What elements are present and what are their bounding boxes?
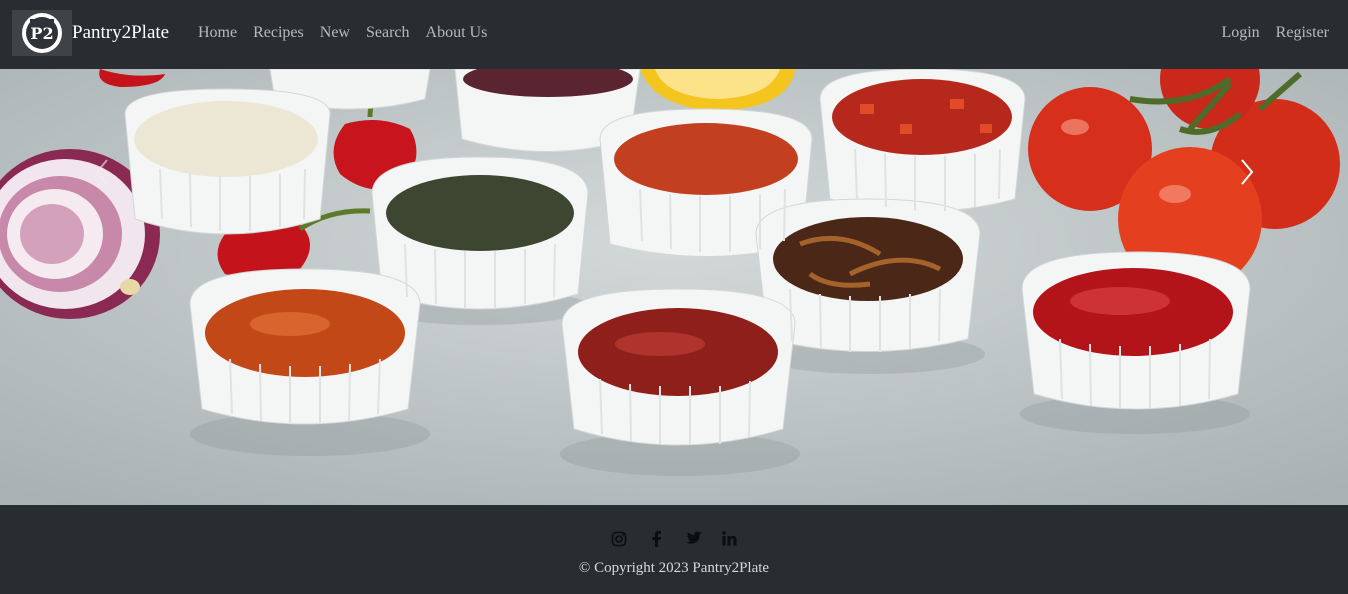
twitter-link[interactable] — [683, 529, 702, 548]
nav-register[interactable]: Register — [1276, 24, 1329, 42]
nav-about-us[interactable]: About Us — [426, 24, 488, 42]
nav-recipes[interactable]: Recipes — [253, 24, 304, 42]
instagram-link[interactable] — [609, 529, 628, 548]
twitter-icon — [685, 531, 701, 544]
social-links — [609, 529, 739, 548]
primary-nav: Home Recipes New Search About Us — [198, 24, 487, 42]
chevron-left-icon — [95, 159, 108, 185]
svg-text:P2: P2 — [30, 24, 53, 43]
facebook-icon — [652, 530, 661, 547]
facebook-link[interactable] — [646, 529, 665, 548]
copyright-text: © Copyright 2023 Pantry2Plate — [578, 560, 770, 576]
brand-logo[interactable]: P2 — [12, 10, 72, 56]
instagram-icon — [611, 531, 626, 546]
brand[interactable]: P2 Pantry2Plate — [12, 10, 169, 56]
chevron-right-icon — [1241, 159, 1254, 185]
nav-new[interactable]: New — [320, 24, 350, 42]
hero-carousel — [0, 69, 1348, 505]
nav-home[interactable]: Home — [198, 24, 237, 42]
brand-name[interactable]: Pantry2Plate — [72, 22, 169, 44]
carousel-next-button[interactable] — [1233, 157, 1263, 187]
nav-login[interactable]: Login — [1221, 24, 1259, 42]
hero-sauces-image — [0, 69, 1348, 505]
logo-badge-icon: P2 — [22, 13, 62, 53]
footer: © Copyright 2023 Pantry2Plate — [0, 505, 1348, 594]
account-nav: Login Register — [1221, 24, 1329, 42]
linkedin-link[interactable] — [720, 529, 739, 548]
navbar: P2 Pantry2Plate Home Recipes New Search … — [0, 0, 1348, 69]
linkedin-icon — [722, 531, 737, 546]
carousel-prev-button[interactable] — [88, 157, 118, 187]
nav-search[interactable]: Search — [366, 24, 410, 42]
